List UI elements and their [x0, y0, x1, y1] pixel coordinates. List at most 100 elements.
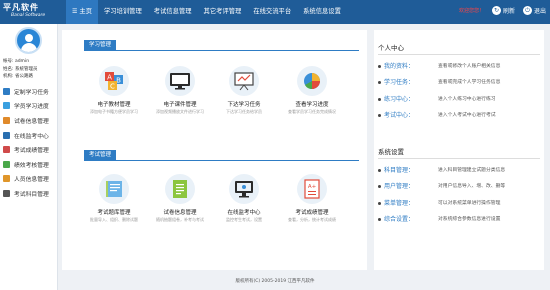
avatar	[15, 27, 42, 54]
chart-icon	[3, 160, 10, 168]
sidebar-item-label: 试卷信息管理	[14, 118, 49, 125]
refresh-icon: ↻	[491, 6, 501, 15]
bullet-icon	[378, 168, 381, 172]
study-progress-tile[interactable]: 查看学习进度 查看学员学习任务完成情况	[282, 66, 342, 115]
nav-online-forum[interactable]: 在线交流平台	[247, 0, 297, 24]
logo-text: 平凡软件	[3, 2, 39, 12]
bullet-icon	[378, 185, 381, 188]
abc-blocks-icon: ABC	[99, 66, 129, 96]
tile-label: 试卷信息管理	[163, 210, 197, 216]
monitor-icon	[165, 66, 195, 96]
tile-description: 添加电子书籍方便学员学习	[90, 109, 138, 114]
menu-icon: ☰	[72, 8, 78, 15]
link-description: 对系统综合参数信息进行设置	[438, 217, 501, 222]
tile-label: 在线监考中心	[227, 210, 261, 216]
right-panel: 个人中心 我的资料： 查看或修改个人账户相关信息 学习任务： 查看或完成个人学习任务信…	[374, 30, 544, 270]
bullet-icon	[378, 218, 381, 221]
link-key: 考试中心：	[378, 110, 438, 119]
general-settings-link[interactable]: 综合设置： 对系统综合参数信息进行设置	[378, 212, 540, 226]
divider	[84, 160, 359, 161]
sidebar: 帐号: admin 姓名: 系统管理员 机构: 省公路路 定制学习任务 学员学习进…	[0, 24, 58, 290]
top-navigation-bar: 平凡软件 Banal Software ☰ 主页 学习培训管理 考试信息管理 其它…	[0, 0, 550, 24]
sidebar-item-label: 定制学习任务	[14, 89, 49, 96]
svg-text:C: C	[110, 83, 115, 91]
tile-description: 添加视频播放文件进行学习	[156, 109, 204, 114]
sidebar-item-label: 在线监考中心	[14, 133, 49, 140]
link-key: 科目管理：	[378, 165, 438, 174]
tile-description: 随机抽题组卷，补考与考试	[156, 217, 204, 222]
scores-icon	[3, 146, 10, 154]
link-key: 我的资料：	[378, 61, 438, 70]
user-manage-link[interactable]: 用户管理： 对用户信息导入、增、改、删等	[378, 179, 540, 193]
link-key: 学习任务：	[378, 77, 438, 86]
link-key-text: 菜单管理：	[384, 199, 415, 207]
link-description: 可以对系统菜单进行操作管理	[438, 200, 501, 206]
menu-manage-link[interactable]: 菜单管理： 可以对系统菜单进行操作管理	[378, 195, 540, 209]
books-icon	[99, 174, 129, 204]
power-icon: ⏻	[522, 6, 532, 15]
bullet-icon	[378, 97, 381, 101]
logo: 平凡软件 Banal Software	[3, 2, 65, 22]
ebook-tile[interactable]: A B C 电子教材管理 添加电子书籍方便学员学习	[84, 66, 144, 115]
sidebar-item-subjects[interactable]: 考试科目管理	[0, 186, 57, 201]
link-key-text: 考试中心：	[384, 112, 415, 119]
tile-label: 电子课件管理	[163, 102, 197, 108]
tile-description: 批量导入、组织、删除试题	[90, 217, 138, 222]
online-proctor-tile[interactable]: 在线监考中心 监控考生考试，设置	[214, 174, 274, 223]
tile-label: 下达学习任务	[227, 102, 261, 108]
link-key-text: 练习中心：	[384, 95, 415, 103]
sidebar-item-paper-info[interactable]: 试卷信息管理	[0, 113, 57, 128]
sidebar-item-label: 人员信息管理	[14, 177, 49, 184]
book-icon	[3, 189, 10, 197]
nav-home[interactable]: ☰ 主页	[66, 0, 98, 24]
paper-info-tile[interactable]: 试卷信息管理 随机抽题组卷，补考与考试	[150, 174, 210, 223]
courseware-tile[interactable]: 电子课件管理 添加视频播放文件进行学习	[150, 66, 210, 115]
tile-label: 考试成绩管理	[295, 210, 329, 216]
nav-training[interactable]: 学习培训管理	[98, 0, 148, 24]
sidebar-item-exam-scores[interactable]: 考试成绩管理	[0, 142, 57, 157]
sidebar-item-label: 考试成绩管理	[14, 148, 49, 155]
nav-system-settings[interactable]: 系统信息设置	[297, 0, 347, 24]
divider	[378, 158, 540, 159]
main-panel: 学习管理 A B C 电子教材管理 添加电子书籍方便学员学习 电子课件管理 添加视频播放文件…	[62, 30, 367, 270]
paper-icon	[3, 116, 10, 124]
logo-subtitle: Banal Software	[11, 13, 46, 18]
refresh-button[interactable]: ↻ 刷新	[491, 6, 515, 15]
bullet-icon	[378, 201, 381, 205]
my-profile-link[interactable]: 我的资料： 查看或修改个人账户相关信息	[378, 58, 540, 72]
tile-label: 考试题库管理	[97, 210, 131, 216]
exam-scores-tile[interactable]: A+ 考试成绩管理 查看，分析，统计考试成绩	[282, 174, 342, 223]
link-description: 查看或修改个人账户相关信息	[438, 63, 501, 69]
sidebar-item-study-task[interactable]: 定制学习任务	[0, 84, 57, 99]
subject-manage-link[interactable]: 科目管理： 进入科目管理建立试题分类信息	[378, 162, 540, 176]
sidebar-item-personnel[interactable]: 人员信息管理	[0, 172, 57, 187]
logout-label: 退出	[533, 8, 546, 15]
tile-description: 下达学习任务给学员	[226, 109, 262, 114]
exam-center-link[interactable]: 考试中心： 进入个人考试中心进行考试	[378, 108, 540, 122]
nav-other-eval[interactable]: 其它考评管理	[198, 0, 248, 24]
assign-task-tile[interactable]: 下达学习任务 下达学习任务给学员	[214, 66, 274, 115]
refresh-label: 刷新	[502, 8, 515, 15]
task-icon	[3, 87, 10, 95]
question-bank-tile[interactable]: 考试题库管理 批量导入、组织、删除试题	[84, 174, 144, 223]
progress-icon	[3, 102, 10, 110]
nav-exam-info[interactable]: 考试信息管理	[148, 0, 198, 24]
practice-center-link[interactable]: 练习中心： 进入个人练习中心进行练习	[378, 91, 540, 105]
tile-description: 监控考生考试，设置	[226, 217, 262, 222]
link-key: 用户管理：	[378, 181, 438, 190]
link-key-text: 学习任务：	[384, 79, 415, 86]
sidebar-item-study-progress[interactable]: 学员学习进度	[0, 99, 57, 114]
user-unit: 机构: 省公路路	[3, 74, 33, 79]
welcome-text: 欢迎您您！	[458, 8, 484, 14]
tile-label: 电子教材管理	[97, 102, 131, 108]
user-account: 帐号: admin	[3, 59, 30, 64]
section-title-exam: 考试管理	[84, 150, 117, 160]
footer-copyright: 版权所有(C) 2005-2019 江西平凡软件	[235, 279, 315, 284]
sidebar-item-online-proctor[interactable]: 在线监考中心	[0, 128, 57, 143]
link-key-text: 综合设置：	[384, 216, 415, 223]
link-description: 进入个人练习中心进行练习	[438, 96, 496, 102]
logout-button[interactable]: ⏻ 退出	[522, 6, 546, 15]
people-icon	[3, 175, 10, 183]
sidebar-item-performance[interactable]: 绩效考核管理	[0, 157, 57, 172]
study-task-link[interactable]: 学习任务： 查看或完成个人学习任务信息	[378, 75, 540, 89]
